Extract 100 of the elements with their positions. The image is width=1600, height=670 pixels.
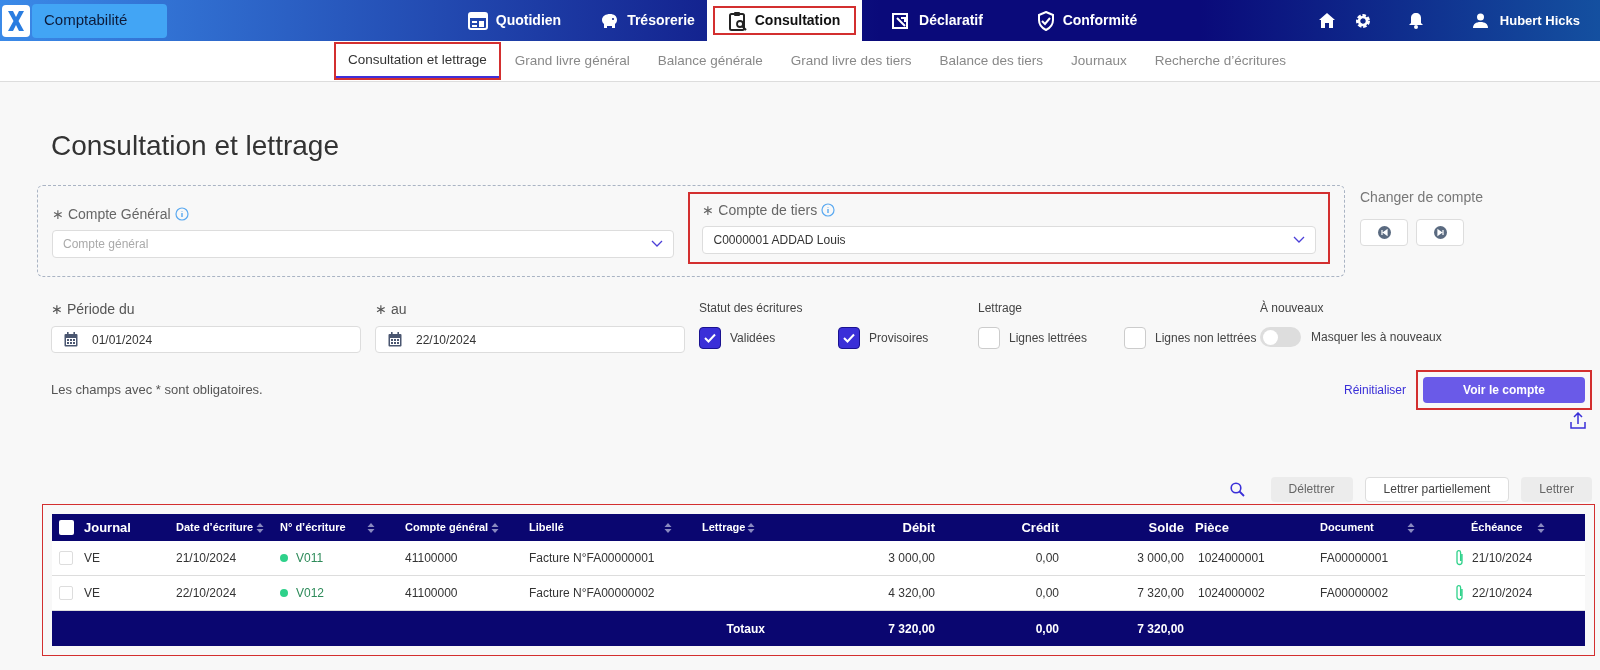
row-checkbox[interactable] [59, 586, 73, 600]
table-action-button[interactable]: Lettrer partiellement [1364, 476, 1510, 502]
app-logo[interactable] [2, 4, 30, 37]
bell-icon[interactable] [1408, 12, 1423, 29]
sub-nav-tab[interactable]: Journaux [1059, 44, 1139, 78]
date-field[interactable]: 01/01/2024 [51, 326, 361, 353]
sort-icon[interactable] [256, 521, 264, 534]
page-title: Consultation et lettrage [51, 129, 340, 163]
column-header[interactable]: N° d’écriture [280, 519, 346, 536]
x-logo-icon [6, 9, 26, 32]
checkbox-label: Validées [730, 330, 776, 347]
toggle-label: Masquer les à nouveaux [1311, 329, 1442, 346]
table-cell-text: 22/10/2024 [1472, 585, 1533, 602]
export-icon[interactable] [1570, 412, 1586, 429]
column-header[interactable]: Compte général [405, 519, 489, 536]
column-header[interactable]: Document [1320, 519, 1374, 536]
table-cell-text: FA00000001 [1319, 550, 1390, 567]
group-label: Lettrage [978, 300, 1024, 317]
checkbox-label: Provisoires [869, 330, 929, 347]
date-value: 01/01/2024 [92, 331, 153, 349]
table-cell-text: 4 320,00 [887, 585, 936, 602]
account-select[interactable]: C0000001 ADDAD Louis [702, 226, 1316, 254]
row-checkbox[interactable] [59, 551, 73, 565]
sort-icon[interactable] [664, 521, 672, 534]
checkbox-label: Lignes lettrées [1009, 330, 1088, 347]
group-label: À nouveaux [1260, 299, 1325, 317]
table-cell[interactable]: V011 [296, 549, 324, 567]
table-cell-text: 3 000,00 [887, 550, 936, 567]
paperclip-icon[interactable] [1455, 584, 1464, 602]
column-header: Crédit [1021, 518, 1059, 537]
sub-nav-tab[interactable]: Consultation et lettrage [336, 44, 499, 78]
column-header[interactable]: Échéance [1471, 519, 1523, 536]
checkbox-label: Lignes non lettrées [1155, 330, 1257, 347]
column-header: Pièce [1195, 518, 1229, 537]
date-field[interactable]: 22/10/2024 [375, 326, 685, 353]
sub-nav-tab[interactable]: Grand livre des tiers [778, 44, 924, 78]
sort-icon[interactable] [1537, 521, 1545, 534]
nav-tab[interactable]: Consultation [707, 0, 862, 41]
table-cell-text: 0,00 [1034, 585, 1060, 602]
checkbox[interactable] [838, 327, 860, 349]
field-label: ∗ au [375, 300, 408, 319]
table-cell-text: Facture N°FA00000001 [528, 550, 656, 567]
field-label: ∗ Compte Général [52, 204, 675, 224]
paperclip-icon[interactable] [1455, 549, 1464, 567]
table-cell-text: 22/10/2024 [175, 585, 238, 602]
nav-tab[interactable]: Trésorerie [587, 0, 707, 41]
select-all-checkbox[interactable] [58, 520, 74, 535]
table-cell-text: FA00000002 [1319, 585, 1390, 602]
table-cell-text: 3 000,00 [1136, 550, 1185, 567]
table-row[interactable]: VE 21/10/2024 V011 41100000 Facture N°FA00000001 3 000,00 0,00 3 000,00 1024000001 FA00000001 21/10/2024 [52, 541, 1585, 576]
view-account-button[interactable]: Voir le compte [1423, 376, 1585, 403]
piggy-bank-icon [599, 11, 620, 30]
column-header: Solde [1148, 518, 1184, 537]
skip-forward-button[interactable] [1416, 219, 1464, 246]
table-cell-text: 1024000001 [1197, 550, 1266, 567]
info-icon [174, 207, 189, 221]
sub-nav-tab[interactable]: Grand livre général [502, 44, 642, 78]
search-icon[interactable] [1229, 481, 1245, 497]
column-header[interactable]: Libellé [529, 519, 564, 536]
table-cell-text: 1024000002 [1197, 585, 1266, 602]
sort-icon[interactable] [747, 521, 755, 534]
table-cell-text: 41100000 [404, 585, 459, 602]
chevron-down-icon [651, 240, 664, 248]
column-header[interactable]: Date d’écriture [176, 519, 254, 536]
required-fields-note: Les champs avec * sont obligatoires. [51, 380, 263, 399]
table-cell-text: VE [83, 585, 101, 602]
user-name[interactable]: Hubert Hicks [1499, 10, 1580, 31]
checkmark-icon [843, 333, 855, 343]
select-placeholder: Compte général [63, 236, 149, 253]
home-icon[interactable] [1318, 13, 1335, 28]
sub-nav-tab[interactable]: Balance des tiers [927, 44, 1056, 78]
table-row[interactable]: VE 22/10/2024 V012 41100000 Facture N°FA00000002 4 320,00 0,00 7 320,00 1024000002 FA00000002 22/10/2024 [52, 576, 1585, 611]
skip-back-button[interactable] [1360, 219, 1408, 246]
nav-tab[interactable]: Conformité [1012, 0, 1162, 41]
sort-icon[interactable] [367, 521, 375, 534]
table-cell-text: 7 320,00 [1136, 585, 1185, 602]
sort-icon[interactable] [1407, 521, 1415, 534]
nav-tab[interactable]: Quotidien [442, 0, 587, 41]
totals-label: Totaux [725, 620, 766, 638]
user-icon[interactable] [1472, 13, 1488, 28]
skip-back-icon [1377, 226, 1391, 239]
reset-link[interactable]: Réinitialiser [1343, 380, 1406, 399]
table-cell-text: 21/10/2024 [175, 550, 238, 567]
table-cell-text: 41100000 [404, 550, 459, 567]
total-cell-text: 7 320,00 [887, 620, 936, 638]
app-name[interactable]: Comptabilité [32, 3, 167, 38]
date-value: 22/10/2024 [416, 331, 477, 349]
toggle-switch[interactable] [1260, 327, 1301, 347]
sub-nav-tab[interactable]: Balance générale [645, 44, 775, 78]
field-label: ∗ Compte de tiers [702, 200, 1316, 220]
checkbox[interactable] [699, 327, 721, 349]
column-header[interactable]: Lettrage [702, 519, 746, 536]
sub-nav-tab[interactable]: Recherche d’écritures [1142, 44, 1298, 78]
nav-tab[interactable]: Déclaratif [862, 0, 1012, 41]
calendar-icon [388, 332, 402, 347]
table-cell[interactable]: V012 [296, 584, 325, 602]
shield-check-icon [1036, 10, 1055, 31]
settings-icon[interactable] [1354, 12, 1371, 29]
sort-icon[interactable] [491, 521, 499, 534]
calendar-icon [64, 332, 78, 347]
